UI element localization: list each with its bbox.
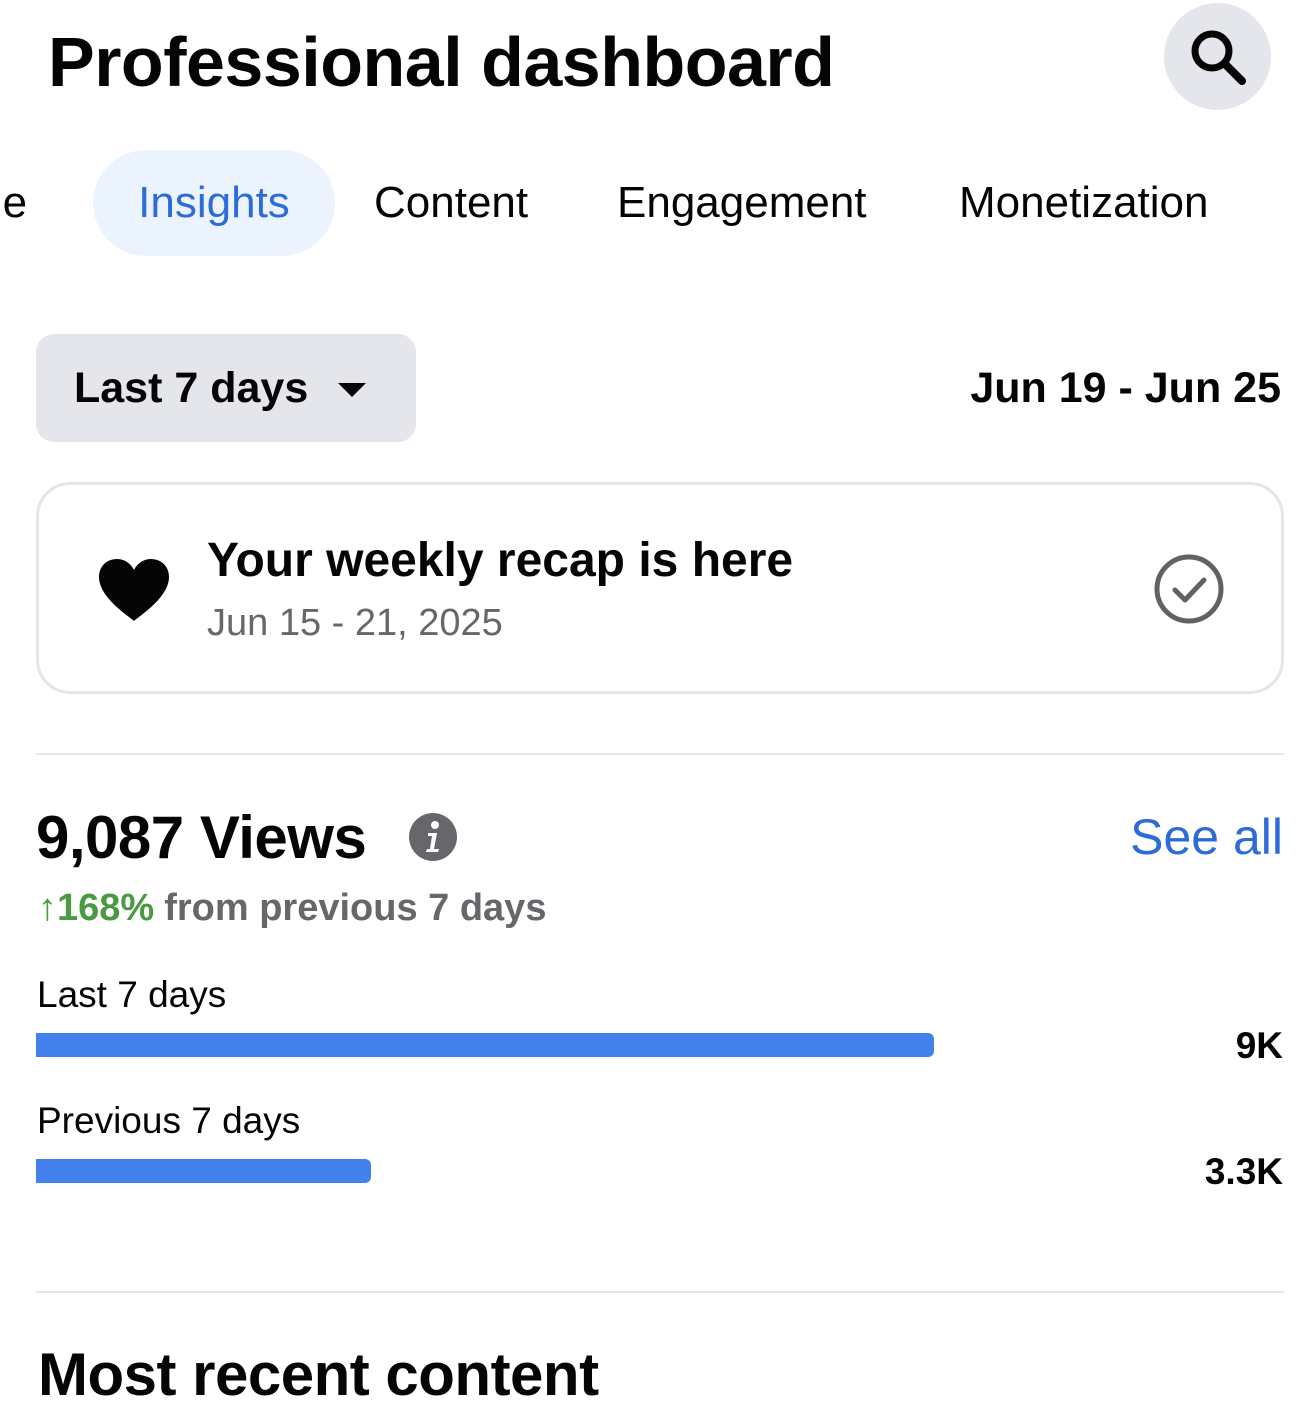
- change-percent: ↑168%: [38, 887, 155, 929]
- search-button[interactable]: [1164, 3, 1271, 110]
- section-divider: [36, 1291, 1284, 1293]
- bar-label-last-7-days: Last 7 days: [37, 974, 227, 1015]
- heart-icon: [99, 559, 169, 621]
- most-recent-content-title: Most recent content: [38, 1341, 599, 1406]
- section-divider: [36, 753, 1284, 755]
- bar-label-previous-7-days: Previous 7 days: [37, 1100, 301, 1141]
- date-range-text: Jun 19 - Jun 25: [970, 364, 1281, 412]
- recap-date: Jun 15 - 21, 2025: [207, 602, 503, 644]
- check-circle-icon: [1154, 554, 1224, 624]
- caret-down-icon: [338, 383, 367, 397]
- date-range-dropdown[interactable]: Last 7 days: [36, 334, 416, 442]
- date-range-dropdown-label: Last 7 days: [74, 363, 309, 412]
- views-change: ↑168% from previous 7 days: [38, 884, 546, 932]
- bar-value-previous-7-days: 3.3K: [1204, 1151, 1283, 1192]
- tab-home[interactable]: me: [0, 150, 27, 256]
- info-icon[interactable]: [408, 812, 458, 862]
- recap-title: Your weekly recap is here: [207, 534, 794, 587]
- bar-value-last-7-days: 9K: [1235, 1025, 1283, 1066]
- tab-insights[interactable]: Insights: [93, 150, 335, 256]
- bar-previous-7-days: [36, 1159, 371, 1183]
- tab-content[interactable]: Content: [374, 150, 528, 256]
- page-title: Professional dashboard: [48, 23, 835, 101]
- tab-monetization[interactable]: Monetization: [959, 150, 1208, 256]
- views-total: 9,087 Views: [36, 804, 367, 871]
- see-all-link[interactable]: See all: [1130, 806, 1283, 868]
- bar-last-7-days: [36, 1033, 934, 1057]
- tab-bar: me Insights Content Engagement Monetizat…: [0, 150, 1311, 256]
- weekly-recap-card[interactable]: Your weekly recap is here Jun 15 - 21, 2…: [36, 482, 1284, 694]
- change-description: from previous 7 days: [164, 887, 547, 929]
- tab-engagement[interactable]: Engagement: [617, 150, 867, 256]
- search-icon: [1191, 30, 1246, 85]
